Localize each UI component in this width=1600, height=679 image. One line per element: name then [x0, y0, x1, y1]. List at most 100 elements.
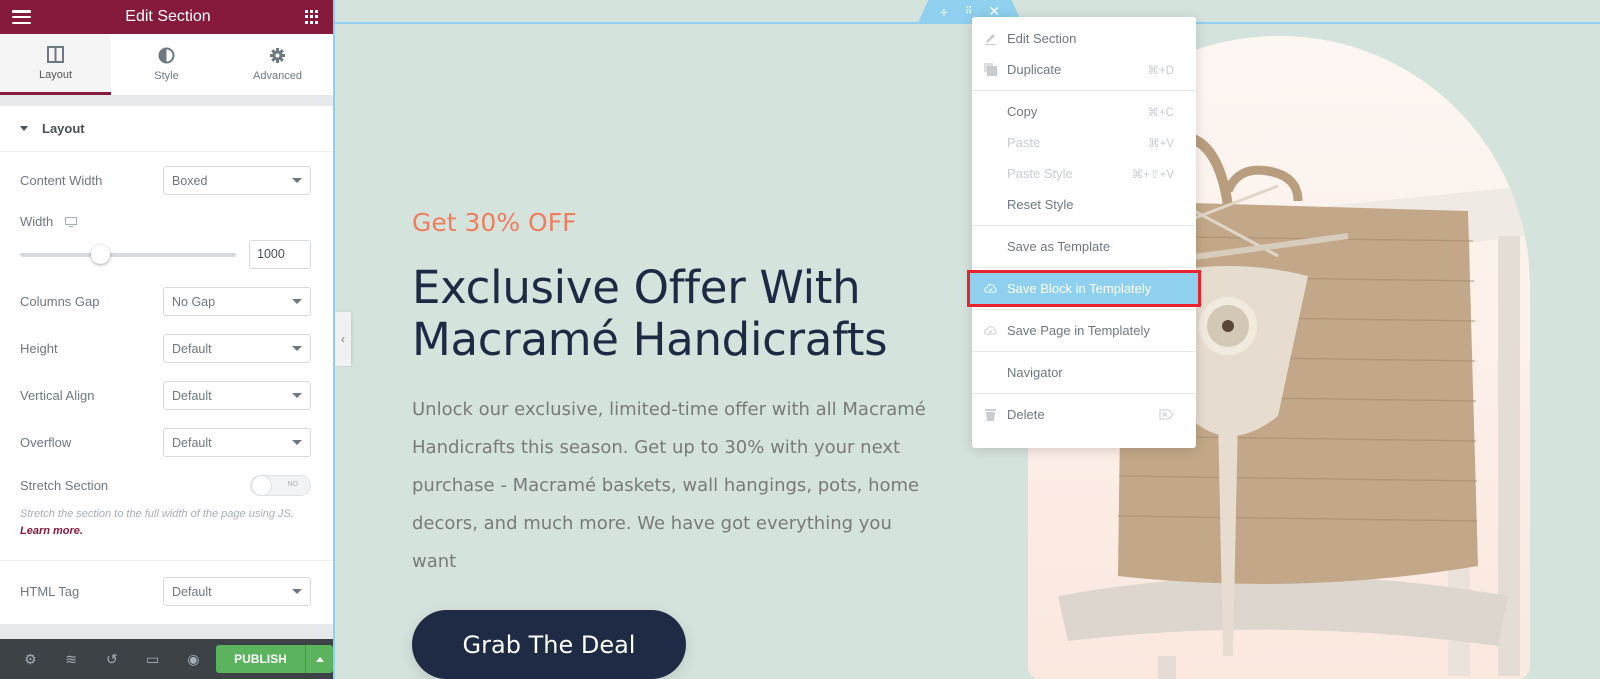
width-input[interactable]: 1000 — [249, 240, 311, 269]
overflow-control: Overflow Default — [20, 428, 311, 457]
menu-label: Navigator — [1007, 365, 1063, 380]
learn-more-link[interactable]: Learn more. — [20, 525, 83, 537]
menu-separator — [972, 225, 1196, 226]
plus-icon[interactable]: + — [940, 4, 948, 20]
menu-label: Paste — [1007, 135, 1041, 150]
height-control: Height Default — [20, 334, 311, 363]
menu-item-delete[interactable]: Delete — [972, 399, 1196, 430]
dropdown-arrow-icon — [292, 589, 302, 594]
menu-item-edit-section[interactable]: Edit Section — [972, 23, 1196, 54]
gear-icon — [270, 48, 285, 63]
control-label: Content Width — [20, 173, 103, 188]
stretch-hint: Stretch the section to the full width of… — [20, 506, 315, 540]
publish-options-button[interactable] — [305, 645, 334, 673]
vertical-align-select[interactable]: Default — [163, 381, 311, 410]
delete-key-icon — [1159, 409, 1174, 420]
separator — [0, 624, 333, 639]
title-line: Exclusive Offer With — [412, 261, 861, 314]
select-value: No Gap — [172, 294, 216, 309]
cloud-icon — [984, 284, 997, 293]
columns-icon — [47, 45, 64, 63]
stretch-section-toggle[interactable]: NO — [250, 475, 311, 496]
menu-item-save-page-templately[interactable]: Save Page in Templately — [972, 315, 1196, 346]
hint-text: Stretch the section to the full width of… — [20, 508, 294, 520]
title-line: Macramé Handicrafts — [412, 313, 888, 366]
html-tag-control: HTML Tag Default — [20, 577, 311, 606]
vertical-align-control: Vertical Align Default — [20, 381, 311, 410]
trash-icon — [985, 409, 996, 421]
widgets-grid-icon[interactable] — [304, 10, 319, 24]
duplicate-icon — [984, 63, 997, 76]
chevron-left-icon: ‹ — [341, 332, 345, 346]
control-label: Height — [20, 341, 58, 356]
tab-advanced[interactable]: Advanced — [222, 34, 333, 95]
control-label: HTML Tag — [20, 584, 80, 599]
section-title: Layout — [42, 121, 85, 136]
editor-panel: Edit Section Layout Style Advanced Layou… — [0, 0, 334, 679]
hamburger-menu-icon[interactable] — [12, 10, 31, 24]
menu-item-copy[interactable]: Copy ⌘+C — [972, 96, 1196, 127]
menu-label: Edit Section — [1007, 31, 1077, 46]
menu-label: Paste Style — [1007, 166, 1073, 181]
height-select[interactable]: Default — [163, 334, 311, 363]
menu-shortcut: ⌘+V — [1148, 137, 1174, 150]
grab-deal-button[interactable]: Grab The Deal — [412, 610, 686, 679]
panel-title: Edit Section — [125, 8, 211, 25]
menu-item-paste[interactable]: Paste ⌘+V — [972, 127, 1196, 158]
settings-gear-icon[interactable]: ⚙ — [10, 651, 51, 668]
select-value: Default — [172, 584, 212, 599]
menu-item-save-block-templately[interactable]: Save Block in Templately — [967, 270, 1201, 307]
select-value: Default — [172, 341, 212, 356]
select-value: Default — [172, 388, 212, 403]
dropdown-arrow-icon — [292, 299, 302, 304]
menu-item-paste-style[interactable]: Paste Style ⌘+⇧+V — [972, 158, 1196, 189]
menu-separator — [972, 351, 1196, 352]
control-label: Stretch Section — [20, 478, 109, 493]
control-label: Overflow — [20, 435, 72, 450]
stretch-section-control: Stretch Section NO — [20, 475, 311, 496]
panel-header: Edit Section — [0, 0, 333, 34]
layers-icon[interactable]: ≋ — [51, 651, 92, 668]
tab-label: Style — [154, 70, 179, 82]
menu-shortcut: ⌘+D — [1147, 64, 1174, 77]
control-label: Vertical Align — [20, 388, 95, 403]
history-icon[interactable]: ↺ — [92, 651, 133, 668]
drag-icon[interactable]: ⠿ — [965, 6, 972, 17]
panel-footer: ⚙ ≋ ↺ ▭ ◉ PUBLISH — [0, 639, 334, 679]
menu-label: Delete — [1007, 407, 1045, 422]
menu-label: Reset Style — [1007, 197, 1074, 212]
dropdown-arrow-icon — [292, 178, 302, 183]
menu-item-duplicate[interactable]: Duplicate ⌘+D — [972, 54, 1196, 85]
slider-handle[interactable] — [90, 245, 110, 264]
collapse-panel-button[interactable]: ‹ — [335, 312, 351, 366]
menu-item-navigator[interactable]: Navigator — [972, 357, 1196, 388]
columns-gap-select[interactable]: No Gap — [163, 287, 311, 316]
dropdown-arrow-icon — [292, 440, 302, 445]
divider — [0, 560, 333, 561]
eye-icon[interactable]: ◉ — [173, 651, 214, 668]
layout-section-toggle[interactable]: Layout — [0, 106, 333, 152]
promo-title: Exclusive Offer With Macramé Handicrafts — [412, 261, 888, 366]
menu-item-save-as-template[interactable]: Save as Template — [972, 231, 1196, 262]
panel-tabs: Layout Style Advanced — [0, 34, 333, 96]
publish-button[interactable]: PUBLISH — [215, 645, 306, 673]
content-width-select[interactable]: Boxed — [163, 166, 311, 195]
dropdown-arrow-icon — [292, 393, 302, 398]
cloud-icon — [984, 326, 997, 335]
tab-label: Advanced — [253, 70, 302, 82]
html-tag-select[interactable]: Default — [163, 577, 311, 606]
responsive-icon[interactable]: ▭ — [132, 651, 173, 668]
width-slider[interactable] — [20, 245, 236, 264]
tab-layout[interactable]: Layout — [0, 34, 111, 95]
promo-body: Unlock our exclusive, limited-time offer… — [412, 399, 926, 572]
promo-tag: Get 30% OFF — [412, 208, 577, 237]
menu-separator — [972, 393, 1196, 394]
desktop-icon[interactable] — [65, 216, 78, 227]
menu-item-reset-style[interactable]: Reset Style — [972, 189, 1196, 220]
tab-style[interactable]: Style — [111, 34, 222, 95]
caret-up-icon — [315, 656, 324, 662]
pencil-icon — [985, 34, 996, 45]
context-menu: Edit Section Duplicate ⌘+D Copy ⌘+C Past… — [967, 17, 1201, 448]
overflow-select[interactable]: Default — [163, 428, 311, 457]
menu-shortcut: ⌘+C — [1147, 106, 1174, 119]
